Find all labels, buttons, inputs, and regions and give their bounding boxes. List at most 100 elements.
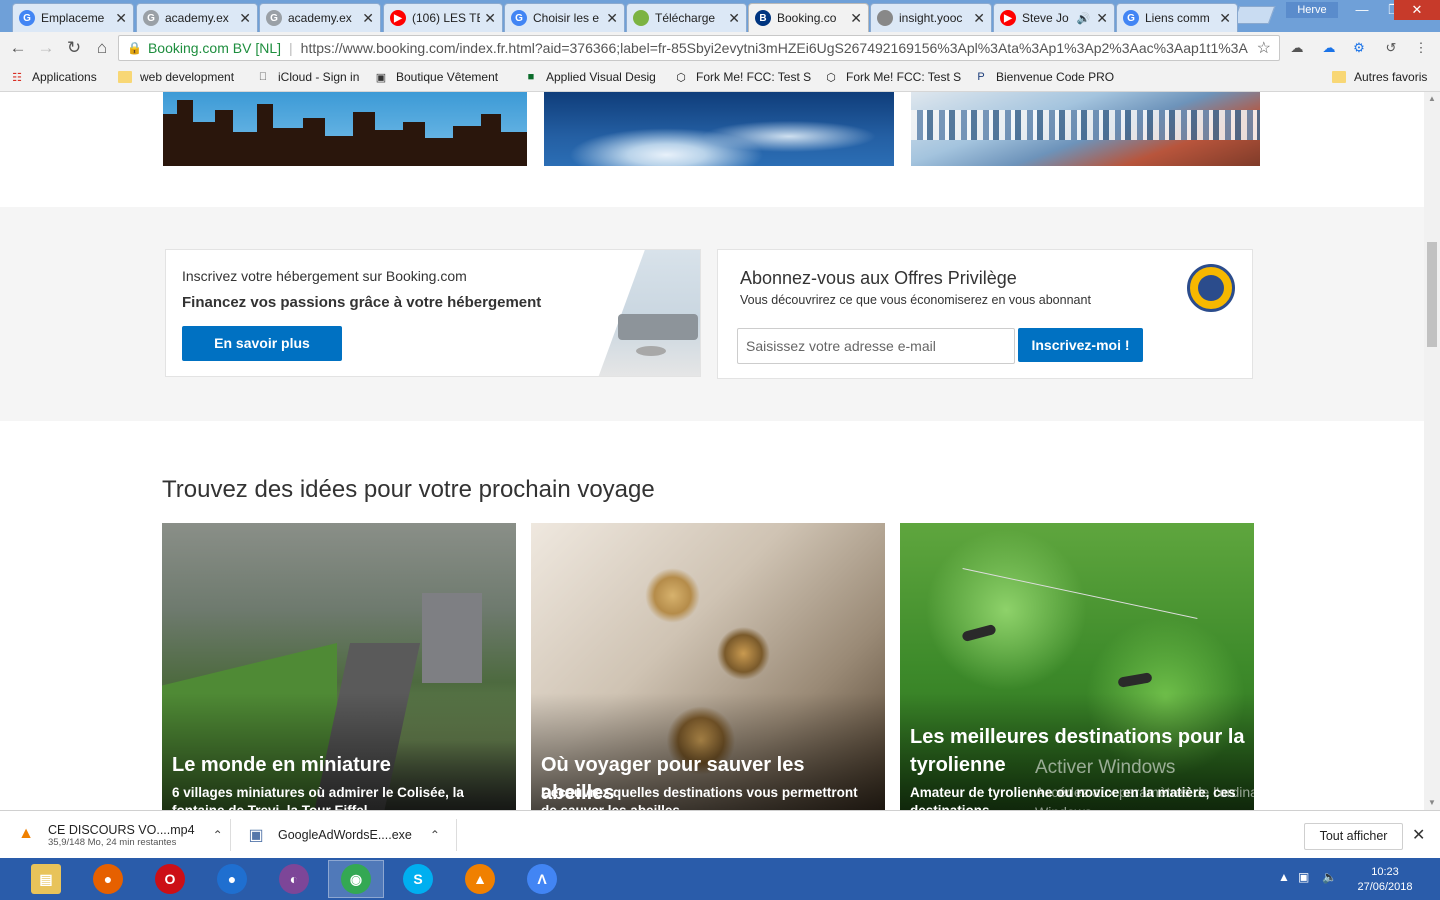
taskbar-app[interactable]: ●: [80, 860, 136, 898]
speaker-icon[interactable]: 🔊: [1077, 12, 1091, 25]
bookmark-label: Autres favoris: [1354, 70, 1428, 84]
activation-watermark-text: Accédez aux paramètres de l'ordinateur p…: [1035, 784, 1360, 810]
divider: [230, 819, 231, 851]
url-text[interactable]: https://www.booking.com/index.fr.html?ai…: [301, 40, 1249, 56]
clock-date: 27/06/2018: [1357, 881, 1413, 893]
taskbar-app[interactable]: ▤: [18, 860, 74, 898]
browser-tab[interactable]: ▶ Steve Jo 🔊 ✕: [993, 3, 1115, 32]
bookmark-other[interactable]: Autres favoris: [1332, 70, 1427, 84]
idea-card[interactable]: Où voyager pour sauver les abeilles Déco…: [531, 523, 885, 810]
sync-icon[interactable]: ↺: [1382, 40, 1400, 56]
idea-description: Découvrez quelles destinations vous perm…: [541, 785, 858, 810]
tab-label: insight.yooc: [899, 11, 963, 25]
tab-label: Booking.co: [777, 11, 837, 25]
close-tab-icon[interactable]: ✕: [362, 10, 374, 27]
back-arrow-icon[interactable]: ←: [8, 38, 28, 58]
minimize-button[interactable]: —: [1346, 0, 1378, 20]
learn-more-button[interactable]: En savoir plus: [182, 326, 342, 361]
email-field[interactable]: [737, 328, 1015, 364]
close-tab-icon[interactable]: ✕: [484, 10, 496, 27]
reload-icon[interactable]: ↻: [64, 38, 84, 58]
firefox-icon: ●: [93, 864, 123, 894]
close-tab-icon[interactable]: ✕: [115, 10, 127, 27]
tab-label: academy.ex: [165, 11, 229, 25]
bookmark-item[interactable]: ⬡ Fork Me! FCC: Test S: [824, 70, 961, 84]
taskbar-app[interactable]: ◉: [328, 860, 384, 898]
close-tab-icon[interactable]: ✕: [973, 10, 985, 27]
scrollbar-thumb[interactable]: [1427, 242, 1437, 347]
scroll-down-arrow-icon[interactable]: ▼: [1424, 796, 1440, 810]
browser-tab[interactable]: G Liens comm ✕: [1116, 3, 1238, 32]
bookmark-item[interactable]: web development: [118, 70, 234, 84]
bookmark-item[interactable]:  iCloud - Sign in: [256, 70, 360, 84]
gear-icon: [877, 10, 893, 26]
browser-tab[interactable]: ▶ (106) LES TE ✕: [383, 3, 503, 32]
page-viewport: Inscrivez votre hébergement sur Booking.…: [0, 92, 1424, 810]
home-icon[interactable]: ⌂: [92, 38, 112, 58]
taskbar-app[interactable]: ●: [204, 860, 260, 898]
destination-photo[interactable]: [544, 92, 894, 166]
promo-band: Inscrivez votre hébergement sur Booking.…: [0, 207, 1424, 421]
youtube-icon: ▶: [1000, 10, 1016, 26]
bookmark-item[interactable]: P Bienvenue Code PRO: [974, 70, 1114, 84]
network-icon[interactable]: ▣: [1298, 870, 1309, 884]
volume-icon[interactable]: 🔈: [1322, 870, 1337, 884]
browser-tab[interactable]: Gacademy.ex ✕: [259, 3, 381, 32]
taskbar-app[interactable]: S: [390, 860, 446, 898]
download-item[interactable]: ▣ GoogleAdWordsE....exe ⌃: [246, 811, 440, 859]
close-tab-icon[interactable]: ✕: [606, 10, 618, 27]
chevron-up-icon[interactable]: ⌃: [430, 828, 440, 842]
subscribe-button[interactable]: Inscrivez-moi !: [1018, 328, 1143, 362]
forward-arrow-icon[interactable]: →: [36, 38, 56, 58]
browser-tab[interactable]: B Booking.co ✕: [748, 3, 869, 32]
bookmark-item[interactable]: ▣ Boutique Vêtement: [374, 70, 498, 84]
tab-label: Emplaceme: [41, 11, 105, 25]
browser-tab[interactable]: G Choisir les e ✕: [504, 3, 625, 32]
taskbar-app[interactable]: O: [142, 860, 198, 898]
folder-icon: [118, 70, 132, 84]
page-scrollbar[interactable]: ▲ ▼: [1424, 92, 1440, 810]
chevron-up-icon[interactable]: ⌃: [213, 828, 223, 842]
taskbar-app[interactable]: Λ: [514, 860, 570, 898]
new-tab-button[interactable]: [1232, 6, 1276, 24]
close-window-button[interactable]: ✕: [1394, 0, 1440, 20]
browser-toolbar: ← → ↻ ⌂ 🔒 Booking.com BV [NL] | https://…: [0, 32, 1440, 64]
taskbar-app[interactable]: ▲: [452, 860, 508, 898]
windows-taskbar: ▲ ▣ 🔈 10:23 27/06/2018 ▤ ● O ● ◐ ◉ S ▲ Λ: [0, 858, 1440, 900]
show-all-downloads-button[interactable]: Tout afficher: [1304, 823, 1403, 850]
close-tab-icon[interactable]: ✕: [239, 10, 251, 27]
extension-icon[interactable]: ☁: [1288, 40, 1306, 56]
profile-button[interactable]: Herve: [1286, 2, 1338, 18]
close-tab-icon[interactable]: ✕: [1096, 10, 1108, 27]
browser-tab[interactable]: G Emplaceme ✕: [12, 3, 134, 32]
bookmark-item[interactable]: ■ Applied Visual Desig: [524, 70, 656, 84]
star-icon[interactable]: ☆: [1257, 38, 1271, 58]
address-bar[interactable]: 🔒 Booking.com BV [NL] | https://www.book…: [118, 35, 1280, 61]
show-hidden-icons-icon[interactable]: ▲: [1278, 870, 1290, 884]
destination-photo[interactable]: [163, 92, 527, 166]
bookmark-item[interactable]: ☷ Applications: [10, 70, 97, 84]
idea-description: 6 villages miniatures où admirer le Coli…: [172, 785, 464, 810]
bookmark-item[interactable]: ⬡ Fork Me! FCC: Test S: [674, 70, 811, 84]
idea-card[interactable]: Le monde en miniature 6 villages miniatu…: [162, 523, 516, 810]
scroll-up-arrow-icon[interactable]: ▲: [1424, 92, 1440, 106]
download-item[interactable]: ▲ CE DISCOURS VO....mp4 35,9/148 Mo, 24 …: [16, 811, 223, 859]
cloud-icon[interactable]: ☁: [1320, 40, 1338, 56]
close-tab-icon[interactable]: ✕: [850, 10, 862, 27]
taskbar-app[interactable]: ◐: [266, 860, 322, 898]
close-tab-icon[interactable]: ✕: [728, 10, 740, 27]
browser-tab[interactable]: insight.yooc ✕: [870, 3, 992, 32]
close-icon[interactable]: ✕: [1412, 825, 1425, 845]
menu-icon[interactable]: ⋮: [1412, 40, 1430, 56]
browser-tab[interactable]: Gacademy.ex ✕: [136, 3, 258, 32]
destination-photo[interactable]: [911, 92, 1260, 166]
pouf-shape: [636, 346, 666, 356]
browser-tab[interactable]: Télécharge ✕: [626, 3, 747, 32]
system-clock[interactable]: 10:23 27/06/2018: [1346, 865, 1424, 895]
vlc-file-icon: ▲: [18, 825, 34, 842]
close-tab-icon[interactable]: ✕: [1219, 10, 1231, 27]
tab-label: (106) LES TE: [412, 11, 481, 25]
apps-grid-icon: ☷: [12, 71, 22, 84]
tor-icon: ◐: [279, 864, 309, 894]
translate-icon[interactable]: ⚙: [1350, 40, 1368, 56]
